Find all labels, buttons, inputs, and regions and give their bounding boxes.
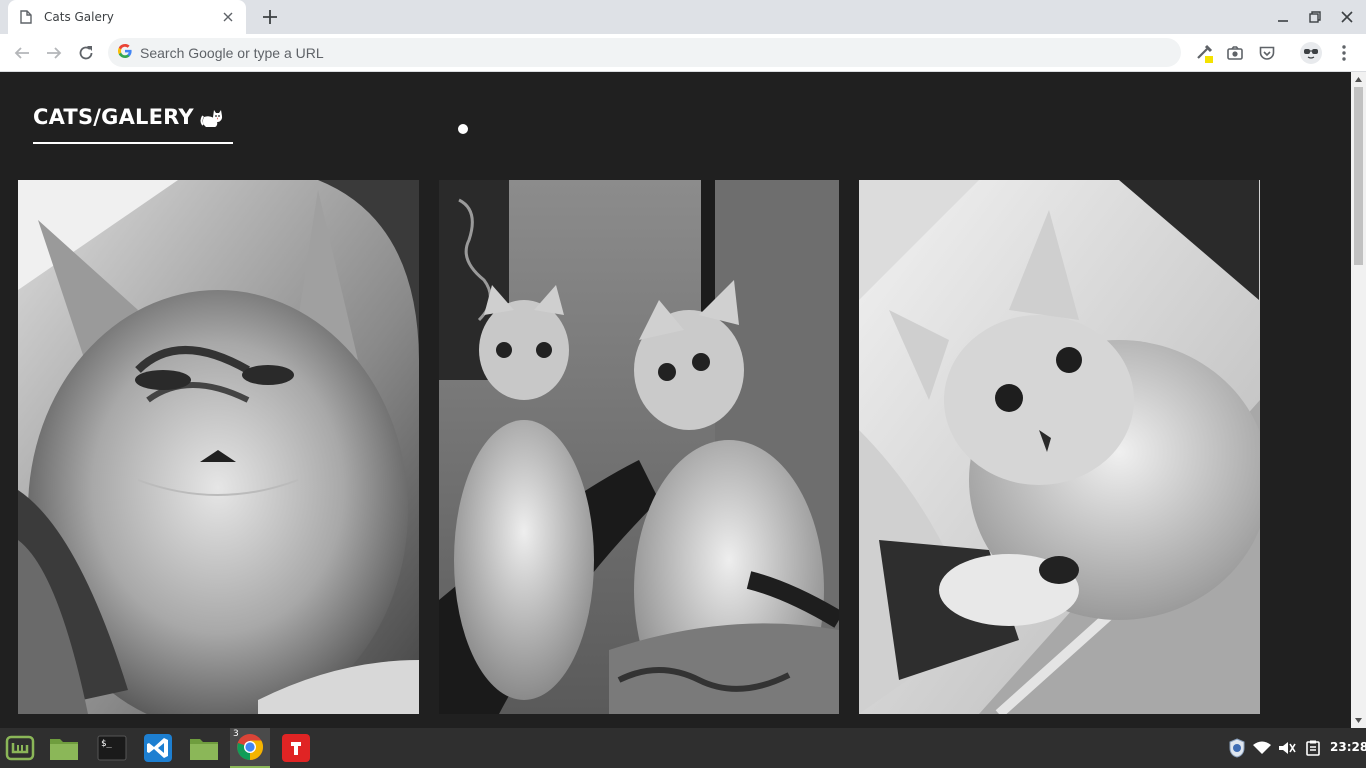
shield-icon[interactable] — [1226, 728, 1248, 768]
cat-photo-2[interactable] — [439, 180, 839, 714]
cat-photo-3[interactable] — [859, 180, 1260, 714]
chrome-menu-button[interactable] — [1330, 39, 1358, 67]
omnibox[interactable] — [108, 38, 1181, 67]
browser-toolbar — [0, 34, 1366, 72]
vscode-icon[interactable] — [138, 728, 178, 768]
close-icon[interactable] — [220, 9, 236, 25]
scrollbar-thumb[interactable] — [1354, 87, 1363, 265]
plus-icon — [263, 10, 277, 24]
new-tab-button[interactable] — [258, 5, 282, 29]
scroll-down-arrow-icon[interactable] — [1351, 713, 1366, 728]
page-scrollbar[interactable] — [1351, 72, 1366, 728]
tab-cats-galery[interactable]: Cats Galery — [8, 0, 246, 34]
chrome-icon[interactable]: 3 — [230, 728, 270, 768]
restore-button[interactable] — [1299, 0, 1331, 34]
profile-avatar[interactable] — [1300, 42, 1322, 64]
back-arrow-icon — [14, 47, 29, 59]
menu-mint-icon[interactable] — [0, 728, 40, 768]
volume-icon[interactable] — [1276, 728, 1298, 768]
tab-strip: Cats Galery — [0, 0, 1366, 34]
reload-button[interactable] — [72, 39, 100, 67]
folder-icon[interactable] — [184, 728, 224, 768]
google-g-icon — [118, 43, 132, 62]
wifi-icon[interactable] — [1251, 728, 1273, 768]
avatar-icon — [1304, 49, 1318, 59]
site-logo[interactable]: CATS/GALERY — [33, 105, 233, 144]
tab-title: Cats Galery — [44, 10, 114, 24]
camera-extension[interactable] — [1221, 39, 1249, 67]
reload-icon — [79, 46, 93, 60]
terminal-icon[interactable]: $_ — [92, 728, 132, 768]
mouse-cursor — [458, 124, 468, 134]
pocket-extension[interactable] — [1253, 39, 1281, 67]
svg-text:$_: $_ — [101, 739, 112, 749]
clock[interactable]: 23:28 — [1330, 740, 1366, 754]
pocket-icon — [1259, 46, 1275, 60]
page-viewport: CATS/GALERY — [0, 72, 1351, 728]
page-icon — [18, 9, 34, 25]
back-button[interactable] — [8, 39, 36, 67]
scroll-up-arrow-icon[interactable] — [1351, 72, 1366, 87]
color-picker-icon — [1197, 44, 1213, 63]
cat-emoji-icon — [200, 107, 224, 133]
files-icon[interactable] — [44, 728, 84, 768]
forward-arrow-icon — [47, 47, 62, 59]
minimize-icon — [1278, 20, 1288, 22]
logo-text: CATS/GALERY — [33, 105, 194, 129]
color-picker-extension[interactable] — [1190, 39, 1218, 67]
clipboard-icon[interactable] — [1302, 728, 1324, 768]
forward-button[interactable] — [40, 39, 68, 67]
cat-photo-1[interactable] — [18, 180, 419, 714]
minimize-button[interactable] — [1267, 0, 1299, 34]
taskbar: $_ 3 23:28 — [0, 728, 1366, 768]
app-red-icon[interactable] — [276, 728, 316, 768]
close-icon — [1341, 11, 1353, 23]
window-count-badge: 3 — [233, 729, 239, 739]
close-window-button[interactable] — [1331, 0, 1363, 34]
kebab-menu-icon — [1342, 45, 1346, 61]
url-input[interactable] — [140, 44, 1140, 61]
restore-icon — [1309, 11, 1321, 23]
camera-icon — [1227, 46, 1243, 60]
